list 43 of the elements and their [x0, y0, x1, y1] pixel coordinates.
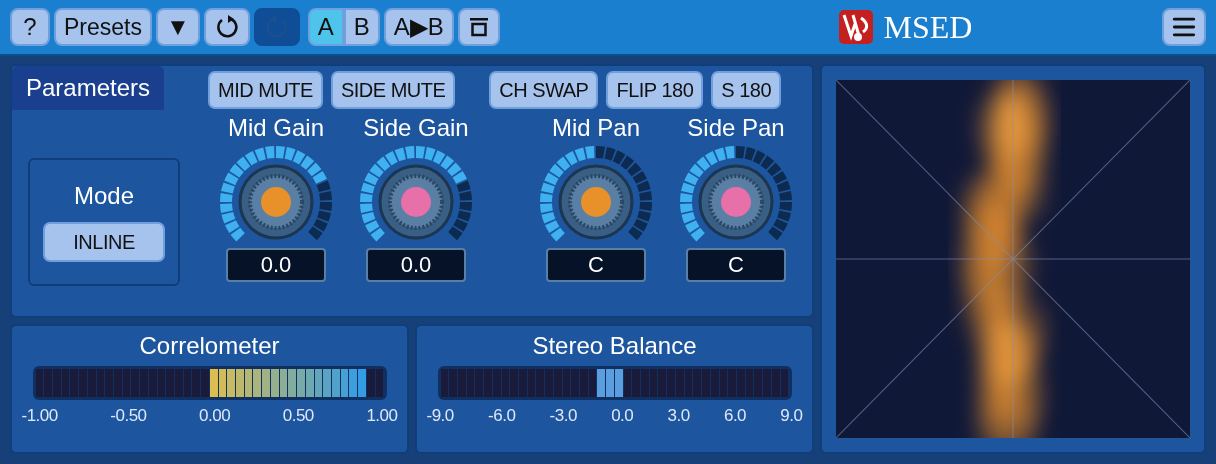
plugin-title: MSED	[883, 8, 973, 46]
scale-label: 9.0	[780, 406, 803, 426]
help-button[interactable]: ?	[10, 8, 50, 46]
knob-value: C	[686, 248, 786, 282]
scale-label: 0.00	[199, 406, 231, 426]
scale-label: -0.50	[110, 406, 147, 426]
menu-icon	[1172, 16, 1196, 38]
preset-slot-tab[interactable]: B	[343, 8, 380, 46]
knob-value: 0.0	[366, 248, 466, 282]
toggle-button[interactable]: SIDE MUTE	[330, 71, 456, 109]
mode-label: Mode	[73, 182, 134, 210]
window-icon	[467, 16, 490, 38]
menu-button[interactable]	[1162, 8, 1206, 46]
meter-title: Correlometer	[139, 332, 280, 360]
presets-button[interactable]: Presets	[54, 8, 152, 46]
knob-label: Side Pan	[687, 114, 785, 142]
scale-label: 0.0	[611, 406, 634, 426]
mode-button[interactable]: INLINE	[43, 222, 165, 262]
logo-icon	[839, 10, 874, 44]
knob-label: Mid Pan	[551, 114, 640, 142]
undo-button[interactable]	[203, 8, 250, 46]
toggle-button[interactable]: MID MUTE	[208, 71, 323, 109]
scale-label: -6.0	[488, 406, 516, 426]
knob-label: Mid Gain	[227, 114, 324, 142]
parameters-tab[interactable]: Parameters	[12, 66, 165, 110]
meter-title: Stereo Balance	[532, 332, 697, 360]
toggle-button[interactable]: S 180	[711, 71, 782, 109]
scale-label: 1.00	[366, 406, 398, 426]
copy-preset-button[interactable]: A▶B	[383, 8, 454, 46]
toggle-button[interactable]: FLIP 180	[606, 71, 704, 109]
scale-label: 6.0	[723, 406, 747, 426]
preset-slot-tab[interactable]: A	[307, 8, 344, 46]
presets-dropdown-button[interactable]: ▼	[156, 8, 200, 46]
scale-label: 3.0	[667, 406, 690, 426]
knob-value: 0.0	[226, 248, 326, 282]
scale-label: -9.0	[426, 406, 454, 426]
window-button[interactable]	[457, 8, 500, 46]
knob-label: Side Gain	[363, 114, 469, 142]
toggle-button[interactable]: CH SWAP	[489, 71, 599, 109]
knob-value: C	[546, 248, 646, 282]
scale-label: -1.00	[21, 406, 58, 426]
scale-label: 0.50	[282, 406, 314, 426]
scale-label: -3.0	[549, 406, 577, 426]
